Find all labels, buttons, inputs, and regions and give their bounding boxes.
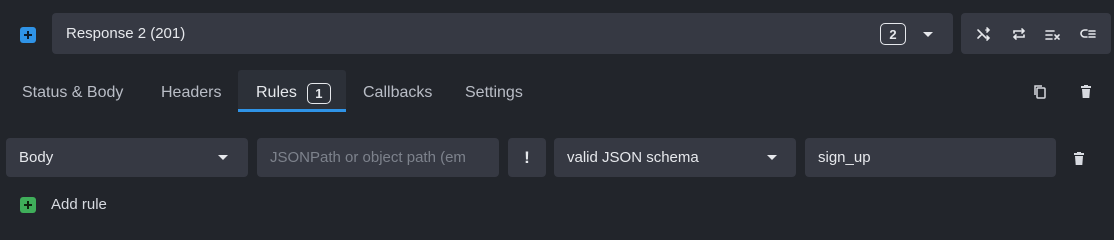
tab-label: Rules (256, 84, 297, 101)
tab-callbacks[interactable]: Callbacks (363, 74, 432, 112)
response-title: Response 2 (201) (66, 25, 186, 42)
rule-path-input-wrapper (257, 138, 499, 177)
rule-value-text: sign_up (818, 149, 871, 166)
repeat-icon (1012, 27, 1025, 40)
rule-target-value: Body (19, 149, 54, 166)
clear-rules-icon (1045, 29, 1061, 40)
tab-label: Settings (465, 84, 523, 101)
trash-icon (1074, 152, 1084, 165)
rule-operator-select[interactable]: valid JSON schema (554, 138, 796, 177)
tab-label: Callbacks (363, 84, 433, 101)
delete-rule-button[interactable] (1067, 147, 1091, 171)
tab-headers[interactable]: Headers (161, 74, 221, 112)
shuffle-button[interactable] (970, 20, 998, 48)
rule-path-input[interactable] (270, 149, 499, 166)
tab-rules[interactable]: Rules 1 (256, 74, 331, 112)
rules-count-badge: 1 (306, 82, 331, 104)
trash-icon (1081, 85, 1091, 98)
delete-response-button[interactable] (1074, 80, 1098, 104)
plus-icon (20, 196, 36, 213)
duplicate-response-button[interactable] (1028, 80, 1052, 104)
chevron-down-icon[interactable] (923, 32, 933, 37)
subset-icon (1079, 28, 1096, 38)
tab-label: Headers (161, 84, 222, 101)
rule-target-select[interactable]: Body (6, 138, 248, 177)
active-tab-indicator (238, 109, 346, 112)
rule-operator-value: valid JSON schema (567, 149, 699, 166)
chevron-down-icon (218, 155, 228, 160)
response-count-badge: 2 (880, 23, 906, 45)
response-toolbar (961, 13, 1111, 54)
add-rule-button[interactable]: Add rule (20, 196, 107, 213)
rule-value-input[interactable]: sign_up (805, 138, 1056, 177)
chevron-down-icon (767, 155, 777, 160)
clear-rules-button[interactable] (1039, 20, 1067, 48)
subset-button[interactable] (1074, 20, 1102, 48)
repeat-button[interactable] (1005, 20, 1033, 48)
add-response-button[interactable] (20, 27, 36, 43)
shuffle-icon (977, 26, 991, 41)
add-rule-label: Add rule (51, 196, 107, 213)
tab-status-body[interactable]: Status & Body (22, 74, 123, 112)
invert-label: ! (524, 147, 530, 167)
tab-settings[interactable]: Settings (465, 74, 523, 112)
tab-label: Status & Body (22, 84, 124, 101)
response-select[interactable]: Response 2 (201) (52, 13, 953, 54)
rule-invert-toggle[interactable]: ! (508, 138, 546, 177)
plus-icon (24, 31, 32, 39)
copy-icon (1034, 85, 1046, 99)
